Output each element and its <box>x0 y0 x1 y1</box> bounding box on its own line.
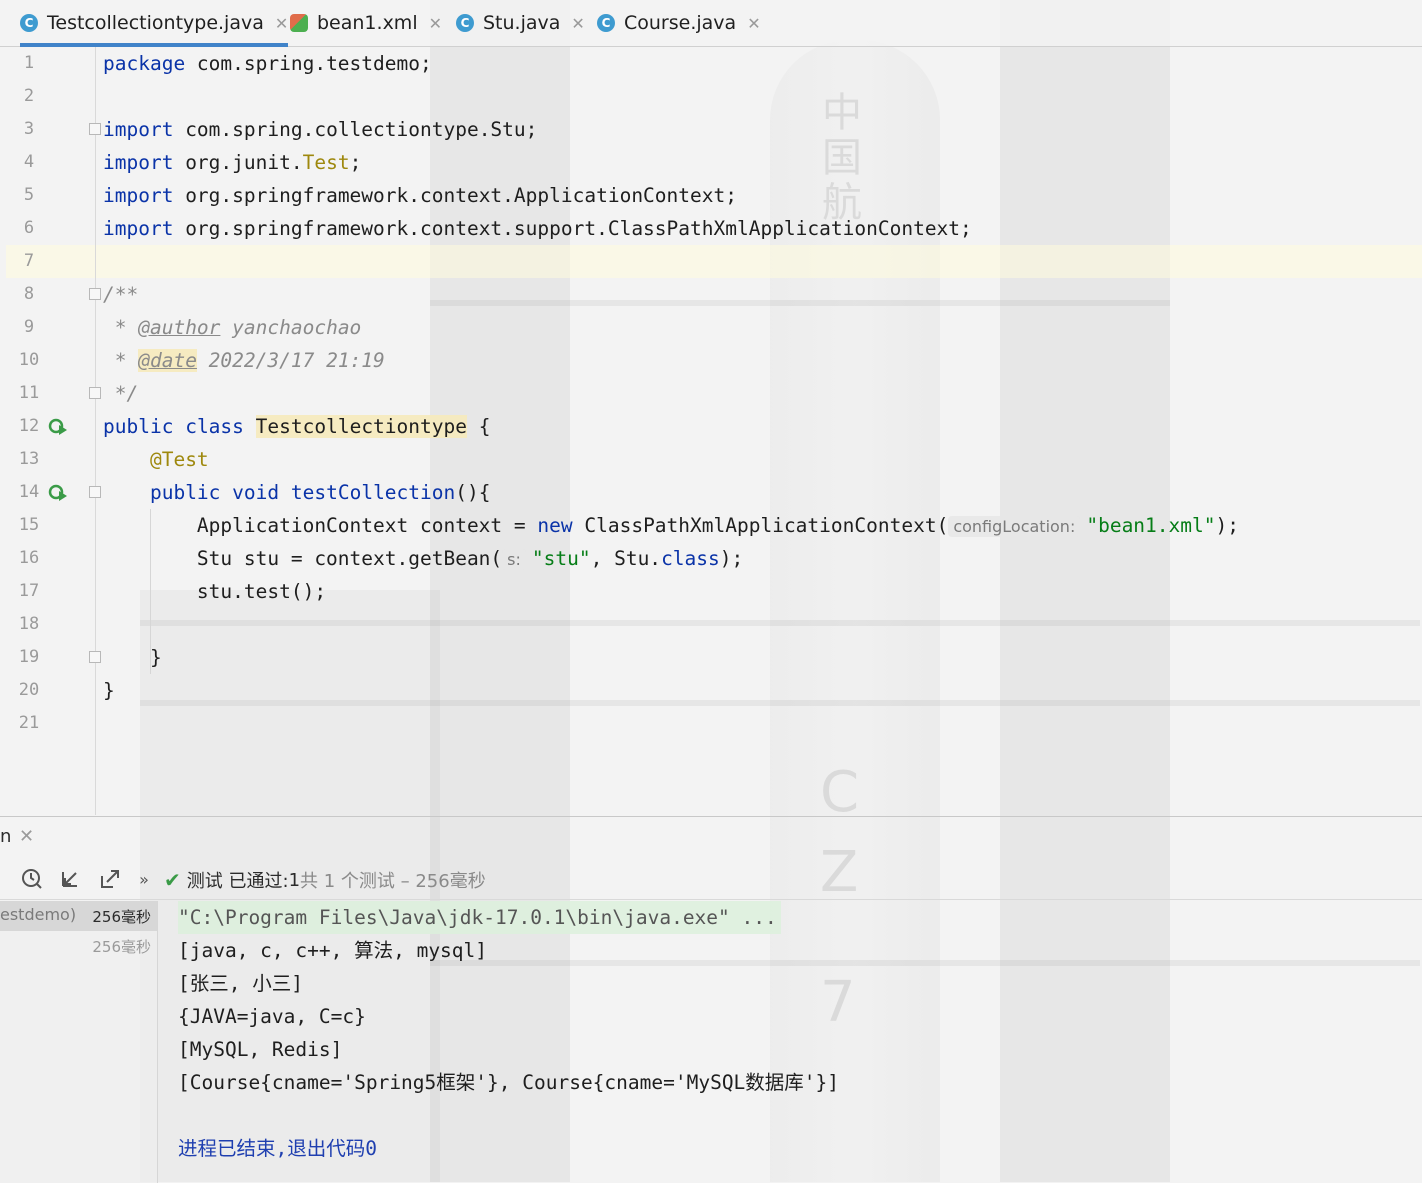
close-icon[interactable]: ✕ <box>571 14 584 33</box>
tab-testcollectiontype[interactable]: C Testcollectiontype.java ✕ <box>20 0 289 47</box>
run-test-icon[interactable] <box>48 483 68 503</box>
run-test-icon[interactable] <box>48 417 68 437</box>
console-line: [张三, 小三] <box>178 972 303 995</box>
class-name: Testcollectiontype <box>255 415 467 438</box>
line-number: 7 <box>23 251 35 271</box>
history-icon[interactable] <box>20 867 44 891</box>
code-editor[interactable]: 1 2 3 4 5 6 7 8 9 10 11 12 13 14 15 16 1… <box>0 47 1422 815</box>
line-number: 5 <box>23 185 35 205</box>
code-area[interactable]: package com.spring.testdemo; import com.… <box>96 47 1422 815</box>
line-number: 12 <box>18 416 40 436</box>
collapse-icon[interactable] <box>58 867 82 891</box>
run-panel-header: n ✕ <box>0 817 1422 857</box>
console-line: [Course{cname='Spring5框架'}, Course{cname… <box>178 1071 840 1094</box>
line-number: 14 <box>18 482 40 502</box>
code-line: /** <box>103 283 139 306</box>
console-line: [java, c, c++, 算法, mysql] <box>178 939 488 962</box>
close-icon[interactable]: ✕ <box>429 14 442 33</box>
line-number: 8 <box>23 284 35 304</box>
editor-tab-bar: C Testcollectiontype.java ✕ bean1.xml ✕ … <box>0 0 1422 47</box>
tree-row-time: 256毫秒 <box>92 938 151 956</box>
export-icon[interactable] <box>98 867 122 891</box>
tree-row-name: estdemo) <box>0 905 77 924</box>
console-line: [MySQL, Redis] <box>178 1038 343 1061</box>
code-line: import org.springframework.context.Appli… <box>103 184 737 207</box>
code-line: */ <box>103 382 139 405</box>
tab-label: Stu.java <box>483 12 561 34</box>
line-number: 2 <box>23 86 35 106</box>
code-line: import com.spring.collectiontype.Stu; <box>103 118 538 141</box>
line-number: 18 <box>18 614 40 634</box>
code-line: package com.spring.testdemo; <box>103 52 432 75</box>
code-line: ApplicationContext context = new ClassPa… <box>196 514 1239 537</box>
parameter-hint: s: <box>502 549 526 570</box>
editor-gutter: 1 2 3 4 5 6 7 8 9 10 11 12 13 14 15 16 1… <box>6 47 101 815</box>
line-number: 10 <box>18 350 40 370</box>
code-line: * @date 2022/3/17 21:19 <box>103 349 385 372</box>
line-number: 17 <box>18 581 40 601</box>
code-line: * @author yanchaochao <box>103 316 362 339</box>
line-number: 21 <box>18 713 40 733</box>
code-line: public void testCollection(){ <box>149 481 491 504</box>
close-icon[interactable]: ✕ <box>747 14 760 33</box>
java-class-icon: C <box>456 14 474 32</box>
line-number: 6 <box>23 218 35 238</box>
code-line: import org.junit.Test; <box>103 151 362 174</box>
java-class-icon: C <box>597 14 615 32</box>
console-output[interactable]: "C:\Program Files\Java\jdk-17.0.1\bin\ja… <box>158 901 1422 1183</box>
code-line: @Test <box>149 448 209 471</box>
tree-row[interactable]: estdemo) 256毫秒 <box>0 901 157 931</box>
code-line: stu.test(); <box>196 580 327 603</box>
java-class-icon: C <box>20 14 38 32</box>
close-icon[interactable]: ✕ <box>275 14 288 33</box>
test-status: ✔ 测试 已通过: 1 共 1 个测试 – 256毫秒 <box>164 867 486 893</box>
tree-row-time: 256毫秒 <box>92 908 151 926</box>
run-tab-title[interactable]: n <box>0 826 11 847</box>
status-prefix: 测试 已通过: <box>186 871 289 892</box>
line-number: 9 <box>23 317 35 337</box>
more-icon[interactable]: » <box>132 867 156 891</box>
test-tree: estdemo) 256毫秒 256毫秒 <box>0 901 158 1183</box>
parameter-hint: configLocation: <box>948 516 1081 537</box>
code-line: import org.springframework.context.suppo… <box>103 217 972 240</box>
code-line: } <box>103 679 115 702</box>
xml-file-icon <box>290 14 308 32</box>
code-line: } <box>149 646 162 669</box>
console-line: {JAVA=java, C=c} <box>178 1005 366 1028</box>
line-number: 3 <box>23 119 35 139</box>
console-line: 进程已结束,退出代码0 <box>178 1137 377 1160</box>
tab-label: Course.java <box>624 12 737 34</box>
line-number: 15 <box>18 515 40 535</box>
status-detail: 共 1 个测试 – 256毫秒 <box>300 871 486 892</box>
line-number: 19 <box>18 647 40 667</box>
tab-label: Testcollectiontype.java <box>47 12 264 34</box>
run-toolbar: » ✔ 测试 已通过: 1 共 1 个测试 – 256毫秒 <box>0 859 1422 900</box>
line-number: 11 <box>18 383 40 403</box>
tab-bean1-xml[interactable]: bean1.xml ✕ <box>290 0 442 46</box>
tab-stu-java[interactable]: C Stu.java ✕ <box>456 0 585 46</box>
code-line: public class Testcollectiontype { <box>103 415 491 438</box>
close-icon[interactable]: ✕ <box>19 826 34 847</box>
run-panel: n ✕ » ✔ 测试 已通过: 1 共 1 个测试 – 256毫秒 estdem… <box>0 816 1422 1183</box>
code-line: Stu stu = context.getBean(s: "stu", Stu.c… <box>196 547 744 570</box>
status-count: 1 <box>288 869 301 891</box>
line-number: 20 <box>18 680 40 700</box>
line-number: 13 <box>18 449 40 469</box>
line-number: 16 <box>18 548 40 568</box>
console-line: "C:\Program Files\Java\jdk-17.0.1\bin\ja… <box>178 901 781 934</box>
check-icon: ✔ <box>164 868 181 892</box>
line-number: 4 <box>23 152 35 172</box>
tab-label: bean1.xml <box>317 12 418 34</box>
tab-course-java[interactable]: C Course.java ✕ <box>597 0 761 46</box>
tree-row[interactable]: 256毫秒 <box>0 931 157 961</box>
line-number: 1 <box>23 53 35 73</box>
